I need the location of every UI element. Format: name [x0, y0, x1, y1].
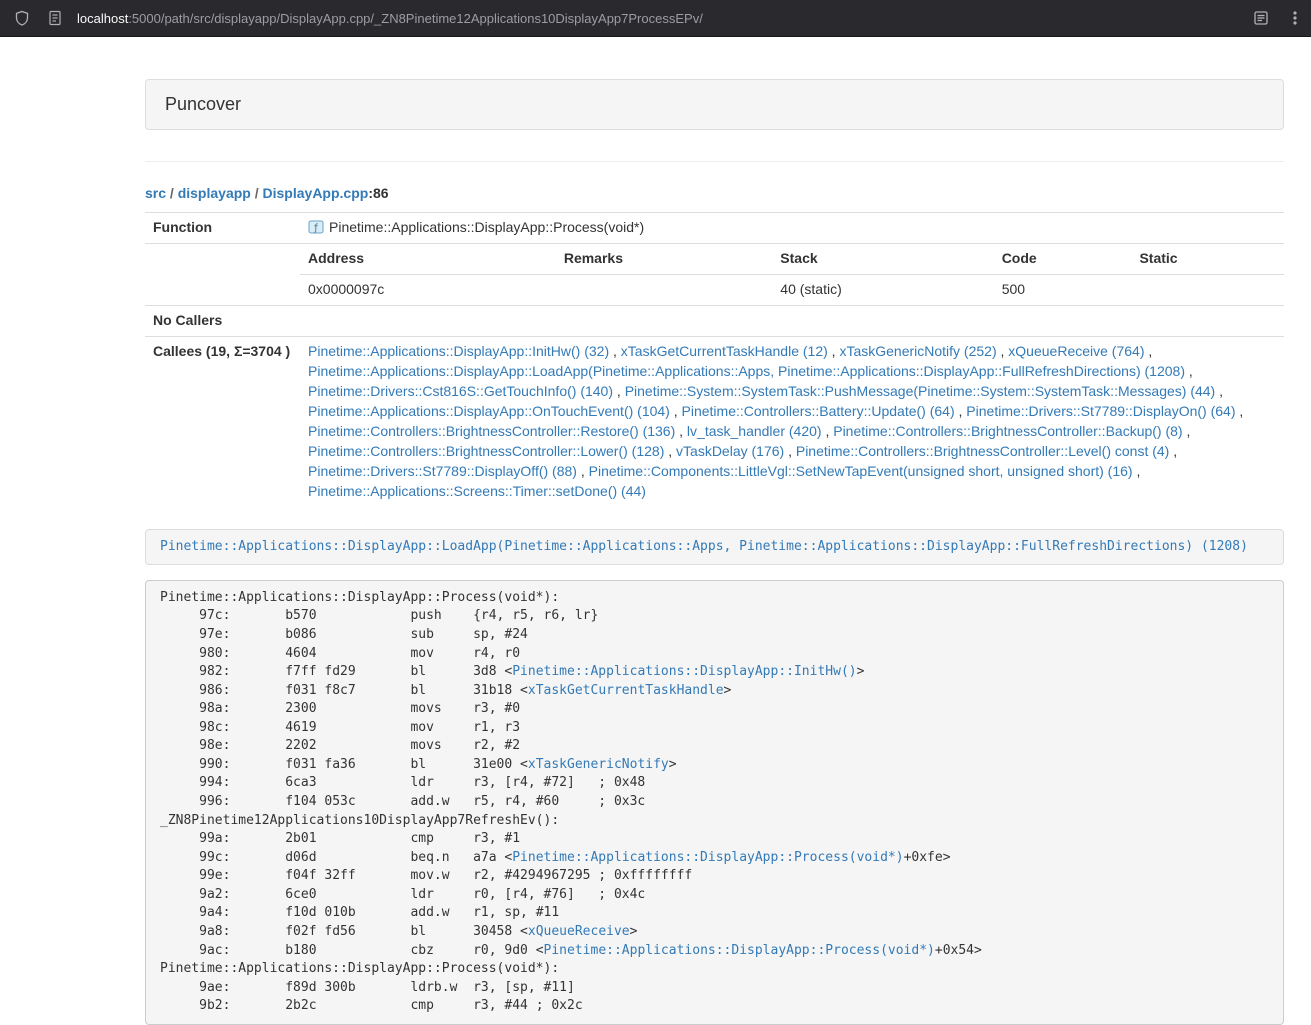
breadcrumb-link[interactable]: src: [145, 185, 166, 201]
breadcrumb-link[interactable]: DisplayApp.cpp: [263, 185, 369, 201]
divider: [145, 161, 1284, 162]
callee-link[interactable]: Pinetime::Controllers::BrightnessControl…: [308, 443, 664, 459]
code-line: 9ae: f89d 300b ldrb.w r3, [sp, #11]: [160, 979, 1269, 998]
code-symbol-link[interactable]: Pinetime::Applications::DisplayApp::Proc…: [512, 850, 903, 865]
stat-stack: 40 (static): [772, 274, 993, 304]
no-callers-row: No Callers: [145, 305, 1284, 336]
code-line: 982: f7ff fd29 bl 3d8 <Pinetime::Applica…: [160, 663, 1269, 682]
url-path: :5000/path/src/displayapp/DisplayApp.cpp…: [128, 11, 703, 26]
callee-link[interactable]: Pinetime::Controllers::Battery::Update()…: [682, 403, 955, 419]
stats-header-static: Static: [1131, 244, 1284, 274]
callees-label: Callees (19, Σ=3704 ): [145, 336, 300, 506]
callee-link[interactable]: Pinetime::Controllers::BrightnessControl…: [833, 423, 1182, 439]
callees-list: Pinetime::Applications::DisplayApp::Init…: [300, 336, 1284, 506]
disassembly: Pinetime::Applications::DisplayApp::Proc…: [145, 580, 1284, 1025]
code-line: 990: f031 fa36 bl 31e00 <xTaskGenericNot…: [160, 756, 1269, 775]
code-line: 986: f031 f8c7 bl 31b18 <xTaskGetCurrent…: [160, 682, 1269, 701]
function-details-table: Function ƒPinetime::Applications::Displa…: [145, 212, 1284, 507]
stat-address: 0x0000097c: [300, 274, 556, 304]
callee-link[interactable]: xQueueReceive (764): [1008, 343, 1144, 359]
no-callers-cell: [300, 305, 1284, 336]
breadcrumb-separator: /: [251, 185, 263, 201]
stats-header-row: Address Remarks Stack Code Static: [300, 244, 1284, 274]
stat-code: 500: [994, 274, 1132, 304]
kebab-menu-icon[interactable]: [1293, 10, 1297, 26]
url-bar[interactable]: localhost:5000/path/src/displayapp/Displ…: [77, 11, 1237, 26]
callee-link[interactable]: Pinetime::Applications::Screens::Timer::…: [308, 483, 646, 499]
callee-link[interactable]: lv_task_handler (420): [687, 423, 822, 439]
code-line: 980: 4604 mov r4, r0: [160, 645, 1269, 664]
tracking-protection-shield-icon[interactable]: [14, 10, 30, 27]
function-label: Function: [145, 213, 300, 244]
code-line: 99a: 2b01 cmp r3, #1: [160, 830, 1269, 849]
browser-toolbar: localhost:5000/path/src/displayapp/Displ…: [0, 0, 1311, 37]
code-line: 994: 6ca3 ldr r3, [r4, #72] ; 0x48: [160, 774, 1269, 793]
code-line: Pinetime::Applications::DisplayApp::Proc…: [160, 960, 1269, 979]
reader-view-icon[interactable]: [1253, 10, 1269, 26]
code-line: _ZN8Pinetime12Applications10DisplayApp7R…: [160, 812, 1269, 831]
function-row: Function ƒ Pinetime::Applications::Displa…: [145, 213, 1284, 244]
svg-text:ƒ: ƒ: [313, 224, 318, 234]
code-line: 98c: 4619 mov r1, r3: [160, 719, 1269, 738]
code-symbol-link[interactable]: xQueueReceive: [528, 924, 630, 939]
site-identity-page-icon[interactable]: [48, 10, 62, 26]
stats-table: Address Remarks Stack Code Static 0x0000…: [300, 244, 1284, 305]
code-symbol-link[interactable]: xTaskGenericNotify: [528, 757, 669, 772]
callees-row: Callees (19, Σ=3704 ) Pinetime::Applicat…: [145, 336, 1284, 506]
stats-values-row: 0x0000097c 40 (static) 500: [300, 274, 1284, 304]
code-line: 98a: 2300 movs r3, #0: [160, 700, 1269, 719]
code-line: 97e: b086 sub sp, #24: [160, 626, 1269, 645]
callee-link[interactable]: Pinetime::Controllers::BrightnessControl…: [796, 443, 1169, 459]
callee-link[interactable]: Pinetime::Drivers::St7789::DisplayOn() (…: [966, 403, 1235, 419]
stat-static: [1131, 274, 1284, 304]
callee-link[interactable]: Pinetime::Controllers::BrightnessControl…: [308, 423, 675, 439]
callee-link[interactable]: Pinetime::Applications::DisplayApp::OnTo…: [308, 403, 670, 419]
no-callers-label: No Callers: [145, 305, 300, 336]
breadcrumb-line-number: :86: [368, 185, 388, 201]
code-line: 99c: d06d beq.n a7a <Pinetime::Applicati…: [160, 849, 1269, 868]
code-line: 9a2: 6ce0 ldr r0, [r4, #76] ; 0x4c: [160, 886, 1269, 905]
code-line: 97c: b570 push {r4, r5, r6, lr}: [160, 607, 1269, 626]
code-symbol-link[interactable]: Pinetime::Applications::DisplayApp::Proc…: [544, 943, 935, 958]
stats-row: Address Remarks Stack Code Static 0x0000…: [145, 243, 1284, 305]
stats-header-address: Address: [300, 244, 556, 274]
breadcrumb-separator: /: [166, 185, 178, 201]
breadcrumb: src / displayapp / DisplayApp.cpp:86: [145, 183, 1284, 203]
stats-header-code: Code: [994, 244, 1132, 274]
function-name-cell: ƒ Pinetime::Applications::DisplayApp::Pro…: [300, 213, 1284, 244]
stats-cell: Address Remarks Stack Code Static 0x0000…: [300, 243, 1284, 305]
stats-header-stack: Stack: [772, 244, 993, 274]
callee-link[interactable]: Pinetime::Components::LittleVgl::SetNewT…: [589, 463, 1133, 479]
breadcrumb-link[interactable]: displayapp: [178, 185, 251, 201]
callee-link[interactable]: xTaskGetCurrentTaskHandle (12): [621, 343, 828, 359]
stat-remarks: [556, 274, 772, 304]
code-line: Pinetime::Applications::DisplayApp::Proc…: [160, 589, 1269, 608]
callee-link[interactable]: xTaskGenericNotify (252): [839, 343, 996, 359]
callee-link[interactable]: Pinetime::Applications::DisplayApp::Init…: [308, 343, 609, 359]
puncover-header-panel: Puncover: [145, 79, 1284, 130]
code-line: 996: f104 053c add.w r5, r4, #60 ; 0x3c: [160, 793, 1269, 812]
code-line: 9a4: f10d 010b add.w r1, sp, #11: [160, 904, 1269, 923]
stats-row-label: [145, 243, 300, 305]
highlighted-callee-panel: Pinetime::Applications::DisplayApp::Load…: [145, 529, 1284, 565]
function-icon: ƒ: [308, 219, 324, 235]
code-line: 9a8: f02f fd56 bl 30458 <xQueueReceive>: [160, 923, 1269, 942]
code-symbol-link[interactable]: Pinetime::Applications::DisplayApp::Init…: [512, 664, 856, 679]
code-line: 99e: f04f 32ff mov.w r2, #4294967295 ; 0…: [160, 867, 1269, 886]
callee-link[interactable]: Pinetime::Applications::DisplayApp::Load…: [308, 363, 1185, 379]
url-host: localhost: [77, 11, 128, 26]
callee-link[interactable]: Pinetime::Drivers::Cst816S::GetTouchInfo…: [308, 383, 613, 399]
callee-link[interactable]: vTaskDelay (176): [676, 443, 784, 459]
code-line: 98e: 2202 movs r2, #2: [160, 737, 1269, 756]
code-line: 9b2: 2b2c cmp r3, #44 ; 0x2c: [160, 997, 1269, 1016]
callee-link[interactable]: Pinetime::System::SystemTask::PushMessag…: [625, 383, 1216, 399]
stats-header-remarks: Remarks: [556, 244, 772, 274]
callee-link[interactable]: Pinetime::Drivers::St7789::DisplayOff() …: [308, 463, 577, 479]
function-name: Pinetime::Applications::DisplayApp::Proc…: [329, 219, 644, 235]
page-content: Puncover src / displayapp / DisplayApp.c…: [0, 37, 1311, 1025]
highlighted-callee-link[interactable]: Pinetime::Applications::DisplayApp::Load…: [160, 539, 1248, 554]
page-title: Puncover: [165, 94, 241, 114]
code-line: 9ac: b180 cbz r0, 9d0 <Pinetime::Applica…: [160, 942, 1269, 961]
code-symbol-link[interactable]: xTaskGetCurrentTaskHandle: [528, 683, 724, 698]
